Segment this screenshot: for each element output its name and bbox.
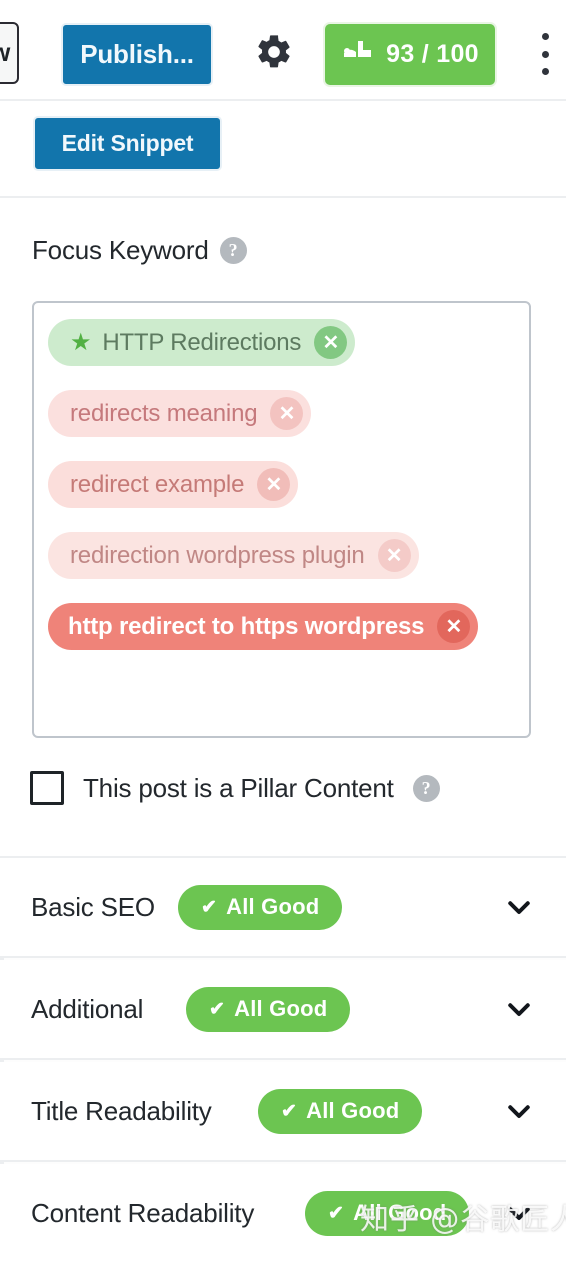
pillar-content-checkbox[interactable] [30,771,64,805]
remove-keyword-icon[interactable]: ✕ [270,397,304,430]
rank-math-logo-icon [341,39,375,70]
publish-button-label: Publish... [80,39,194,69]
keyword-tag[interactable]: redirect example ✕ [48,461,299,508]
chevron-down-icon[interactable] [504,994,534,1024]
chevron-down-icon[interactable] [504,1096,534,1126]
keyword-tag-label: http redirect to https wordpress [68,612,425,640]
gear-icon [254,32,294,77]
accordion-title: Basic SEO [31,891,155,922]
keyword-tag-label: redirect example [70,470,245,498]
help-icon[interactable]: ? [412,774,440,802]
focus-keyword-section: Focus Keyword ? ★ HTTP Redirections ✕ re… [0,198,566,858]
preview-button[interactable]: ew [0,22,19,84]
check-icon: ✔ [328,1202,345,1224]
accordion-basic-seo[interactable]: Basic SEO ✔ All Good [0,858,566,958]
rank-math-seo-panel: ew Publish... 93 / 100 [0,0,566,1262]
focus-keyword-header: Focus Keyword ? [32,235,247,266]
edit-snippet-button[interactable]: Edit Snippet [33,116,222,171]
pillar-content-row: This post is a Pillar Content ? [30,771,440,805]
seo-score-value: 93 / 100 [386,40,479,68]
more-options-button[interactable] [531,30,559,78]
publish-button[interactable]: Publish... [61,23,213,86]
check-icon: ✔ [201,896,218,918]
keyword-tag-label: HTTP Redirections [102,328,302,356]
keyword-tag[interactable]: redirection wordpress plugin ✕ [48,532,419,579]
seo-score-badge[interactable]: 93 / 100 [323,22,497,87]
edit-snippet-label: Edit Snippet [61,130,194,156]
check-icon: ✔ [209,998,226,1020]
help-icon[interactable]: ? [219,237,247,264]
kebab-menu-icon [541,50,549,58]
remove-keyword-icon[interactable]: ✕ [377,539,411,572]
chevron-down-icon[interactable] [504,892,534,922]
status-badge: ✔ All Good [178,884,343,930]
remove-keyword-icon[interactable]: ✕ [257,468,291,501]
status-badge: ✔ All Good [258,1088,423,1134]
keyword-tag[interactable]: ★ HTTP Redirections ✕ [48,319,356,366]
accordion-title: Additional [31,993,144,1024]
accordion-title: Title Readability [31,1095,212,1126]
accordion-content-readability[interactable]: Content Readability ✔ All Good [0,1164,566,1262]
status-badge: ✔ All Good [186,986,351,1032]
remove-keyword-icon[interactable]: ✕ [437,610,471,643]
preview-button-label: ew [0,38,10,67]
settings-button[interactable] [253,33,295,75]
keyword-tag[interactable]: http redirect to https wordpress ✕ [48,603,479,650]
accordion-title: Content Readability [31,1197,255,1228]
pillar-content-label: This post is a Pillar Content [83,772,394,803]
keyword-tag[interactable]: redirects meaning ✕ [48,390,312,437]
keyword-tag-label: redirection wordpress plugin [70,541,365,569]
focus-keyword-input-box[interactable]: ★ HTTP Redirections ✕ redirects meaning … [32,301,531,738]
status-badge-label: All Good [353,1200,447,1225]
status-badge-label: All Good [226,894,320,919]
status-badge-label: All Good [234,996,328,1021]
focus-keyword-label: Focus Keyword [32,235,209,265]
kebab-menu-icon [541,68,549,75]
chevron-down-icon[interactable] [504,1198,534,1228]
star-icon: ★ [70,328,92,356]
accordion-additional[interactable]: Additional ✔ All Good [0,960,566,1060]
editor-toolbar: ew Publish... 93 / 100 [0,0,566,101]
remove-keyword-icon[interactable]: ✕ [314,326,348,359]
status-badge: ✔ All Good [305,1190,470,1236]
keyword-tag-label: redirects meaning [70,399,258,427]
snippet-section: Edit Snippet [0,101,566,198]
kebab-menu-icon [541,33,549,40]
accordion-title-readability[interactable]: Title Readability ✔ All Good [0,1062,566,1162]
status-badge-label: All Good [306,1098,400,1123]
check-icon: ✔ [281,1100,298,1122]
